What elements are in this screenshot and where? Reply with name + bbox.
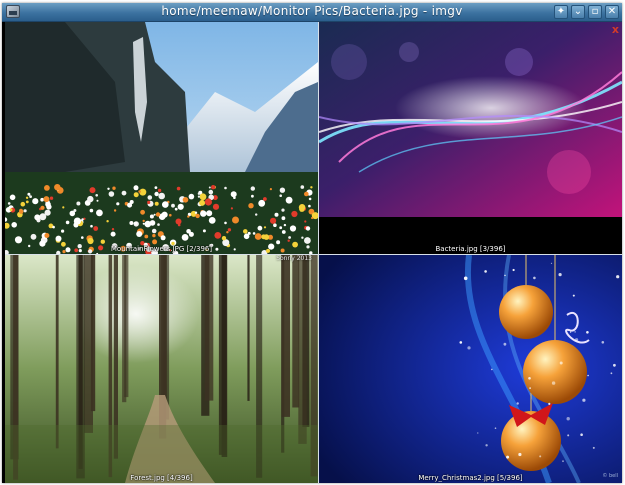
title-bar[interactable]: home/meemaw/Monitor Pics/Bacteria.jpg - … <box>2 3 622 22</box>
photo-corner-text: Sonny 2013 <box>276 255 312 262</box>
thumbnail-bacteria[interactable]: x Bacteria.jpg [3/396] <box>319 22 622 254</box>
window-controls: ✦ ⌄ ▫ ✕ <box>554 5 619 19</box>
thumbnail-forest[interactable]: Sonny 2013 Forest.jpg [4/396] <box>5 255 318 483</box>
close-icon[interactable]: x <box>612 23 619 36</box>
image-caption: Merry_Christmas2.jpg [5/396] <box>418 474 523 482</box>
horizontal-divider <box>5 254 622 255</box>
image-caption: Bacteria.jpg [3/396] <box>435 245 506 253</box>
window-title: home/meemaw/Monitor Pics/Bacteria.jpg - … <box>161 4 463 18</box>
bacteria-image <box>319 22 622 254</box>
imgv-window: home/meemaw/Monitor Pics/Bacteria.jpg - … <box>2 3 622 483</box>
vertical-divider <box>318 22 319 483</box>
forest-image <box>5 255 318 483</box>
minimize-button[interactable]: ⌄ <box>571 5 585 19</box>
pin-button[interactable]: ✦ <box>554 5 568 19</box>
image-grid: MountainFlowers.JPG [2/396] x Bacteria.j… <box>2 22 622 483</box>
christmas-image <box>319 255 622 483</box>
thumbnail-mountain-flowers[interactable]: MountainFlowers.JPG [2/396] <box>5 22 318 254</box>
maximize-button[interactable]: ▫ <box>588 5 602 19</box>
image-caption: MountainFlowers.JPG [2/396] <box>110 245 213 253</box>
thumbnail-merry-christmas[interactable]: © bell Merry_Christmas2.jpg [5/396] <box>319 255 622 483</box>
mountain-flowers-image <box>5 22 318 254</box>
image-caption: Forest.jpg [4/396] <box>130 474 193 482</box>
close-button[interactable]: ✕ <box>605 5 619 19</box>
